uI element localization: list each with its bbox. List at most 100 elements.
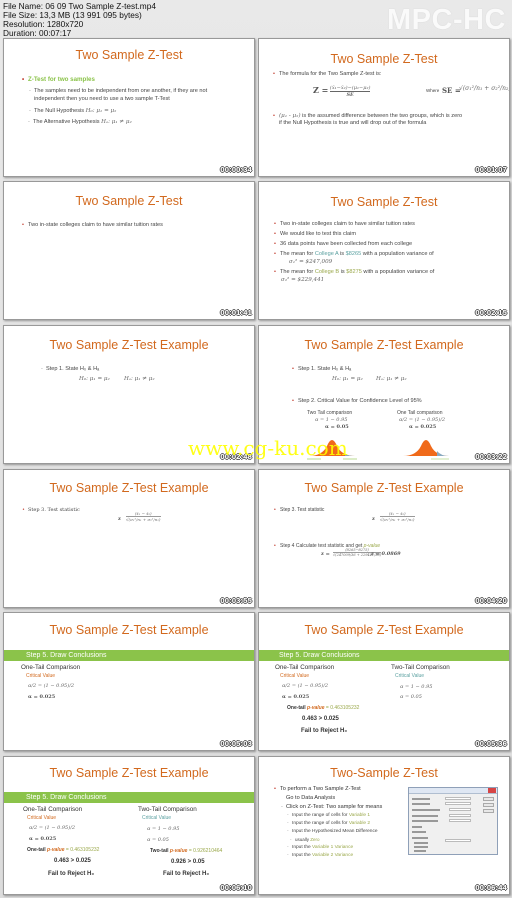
p-value-line: One-tail p-value = 0.463105232	[287, 705, 359, 711]
label: The Null Hypothesis	[34, 108, 85, 114]
dialog-label	[412, 809, 440, 811]
conclusion: Fail to Reject H₀	[301, 728, 348, 734]
math: α/2 = (1 − 0.95)/2	[282, 683, 329, 689]
file-info: File Name: 06 09 Two Sample Z-test.mp4 F…	[3, 2, 156, 38]
math: α = 0.05	[325, 424, 349, 430]
thumbnail-4[interactable]: Two Sample Z-Test Two in-state colleges …	[258, 181, 510, 320]
p-value-label: p-value	[169, 848, 188, 854]
timestamp: 00:05:36	[475, 739, 507, 748]
highlight: Variable 1	[348, 813, 371, 818]
denominator: √(σ₁²/n₁ + σ₂²/n₂)	[380, 517, 415, 522]
section-heading: One-Tail Comparison	[21, 664, 81, 671]
dialog-label	[414, 842, 428, 844]
slide-title: Two Sample Z-Test Example	[304, 338, 464, 352]
fraction: (x̄₁ − x̄₂) √(σ₁²/n₁ + σ₂²/n₂)	[380, 511, 415, 522]
slide-title: Two Sample Z-Test Example	[49, 481, 209, 495]
label: One-tail	[27, 847, 46, 853]
dialog-label	[412, 831, 426, 833]
p-value: = 0.463105232	[325, 705, 360, 711]
dialog-ok-button	[483, 797, 494, 801]
timestamp: 00:04:20	[475, 596, 507, 605]
highlight: Variable 2 Variance	[312, 853, 354, 858]
dialog-field	[449, 808, 471, 811]
math: α = 0.025	[409, 424, 437, 430]
p-value-label: p-value	[47, 847, 65, 853]
highlight: Variable 1 Variance	[312, 845, 354, 850]
thumbnail-11[interactable]: Two Sample Z-Test Example Step 5. Draw C…	[3, 756, 255, 895]
label: Input the range of cells for	[292, 821, 348, 826]
math: H₀: μ₁ = μ₂	[85, 108, 117, 114]
math: α = 0.025	[282, 694, 310, 700]
label: Critical Value	[280, 673, 310, 679]
thumbnail-10[interactable]: Two Sample Z-Test Example Step 5. Draw C…	[258, 612, 510, 751]
slide-text: Two in-state colleges claim to have simi…	[274, 221, 415, 227]
dialog-label	[412, 837, 428, 839]
slide-title: Two Sample Z-Test	[75, 48, 183, 62]
comparison: 0.463 > 0.025	[54, 858, 91, 864]
label: One-tail	[287, 705, 306, 711]
math: α/2 = (1 − 0.95)/2	[399, 417, 446, 423]
p-value: = 0.463105232	[65, 847, 100, 853]
section-heading: One-Tail Comparison	[23, 806, 83, 813]
thumbnail-12[interactable]: Two-Sample Z-Test To perform a Two Sampl…	[258, 756, 510, 895]
slide-text: Go to Data Analysis	[286, 795, 336, 801]
math: Z =	[313, 85, 329, 95]
label: One Tail comparison	[397, 410, 443, 416]
p-value-line: Two-tail p-value = 0.926210464	[150, 848, 222, 854]
label: is the assumed difference between the tw…	[302, 113, 463, 119]
math: α = 0.025	[29, 836, 57, 842]
denominator: √(σ₁²/n₁ + σ₂²/n₂)	[126, 517, 161, 522]
mean-value: $8265	[345, 251, 362, 257]
dialog-label	[414, 846, 428, 848]
college-name: College B	[314, 269, 340, 275]
step-banner: Step 5. Draw Conclusions	[4, 792, 254, 803]
tail-area	[437, 451, 449, 456]
thumbnail-7[interactable]: Two Sample Z-Test Example Step 3. Test s…	[3, 469, 255, 608]
timestamp: 00:00:34	[220, 165, 252, 174]
label: The mean for	[280, 269, 314, 275]
label: Two-tail	[150, 848, 169, 854]
thumbnail-3[interactable]: Two Sample Z-Test Two in-state colleges …	[3, 181, 255, 320]
math: α = 0.05	[400, 694, 422, 700]
slide-text: The samples need to be independent from …	[29, 88, 207, 94]
slide-text: Step 1. State H₀ & Hₐ	[292, 366, 351, 372]
dialog-titlebar	[409, 788, 497, 794]
thumbnail-2[interactable]: Two Sample Z-Test The formula for the Tw…	[258, 38, 510, 177]
label: The Alternative Hypothesis	[33, 119, 100, 125]
conclusion: Fail to Reject H₀	[48, 871, 95, 877]
slide-text: We would like to test this claim	[274, 231, 356, 237]
p-value-label: p-value	[307, 705, 325, 711]
math: α = 1 − 0.95	[315, 417, 348, 423]
watermark: www.cg-ku.com	[188, 436, 348, 460]
slide-text: Input the Variable 2 Variance	[287, 853, 354, 858]
math: √(σ₁²/n₁ + σ₂²/n₂)	[459, 85, 510, 92]
math: α/2 = (1 − 0.95)/2	[28, 683, 75, 689]
math: (μ₁ - μ₂)	[279, 113, 301, 119]
highlight: Variable 2	[348, 821, 371, 826]
slide-text: The Alternative Hypothesis Hₐ: μ₁ ≠ μ₂	[28, 119, 132, 125]
dialog-field	[445, 797, 471, 800]
math: Hₐ: μ₁ ≠ μ₂	[101, 119, 132, 125]
label: is	[340, 251, 345, 257]
thumbnail-1[interactable]: Two Sample Z-Test Z-Test for two samples…	[3, 38, 255, 177]
math: z	[372, 516, 375, 522]
slide-title: Two-Sample Z-Test	[330, 766, 438, 780]
math: H₀: μ₁ = μ₂	[79, 376, 110, 382]
dialog-label	[412, 820, 438, 822]
thumbnail-8[interactable]: Two Sample Z-Test Example Step 3. Test s…	[258, 469, 510, 608]
slide-title: Two Sample Z-Test Example	[304, 623, 464, 637]
math: Hₐ: μ₁ ≠ μ₂	[376, 376, 407, 382]
math: H₀: μ₁ = μ₂	[332, 376, 363, 382]
duration: Duration: 00:07:17	[3, 28, 72, 38]
p-value: = 0.926210464	[188, 848, 223, 854]
z-result: z = 0.0869	[371, 551, 401, 557]
thumbnail-9[interactable]: Two Sample Z-Test Example Step 5. Draw C…	[3, 612, 255, 751]
timestamp: 00:05:03	[220, 739, 252, 748]
dialog-label	[412, 798, 430, 800]
variance: σ₁² = $247,009	[289, 259, 333, 265]
slide-text: Step 3. Test statistic	[274, 507, 324, 513]
slide-text: if the Null Hypothesis is true and will …	[279, 120, 427, 126]
fraction: (x̄₁−x̄₂)−(μ₁−μ₂) SE	[329, 85, 371, 98]
dialog-label	[412, 826, 422, 828]
slide-text: The formula for the Two Sample Z-test is…	[273, 71, 381, 77]
